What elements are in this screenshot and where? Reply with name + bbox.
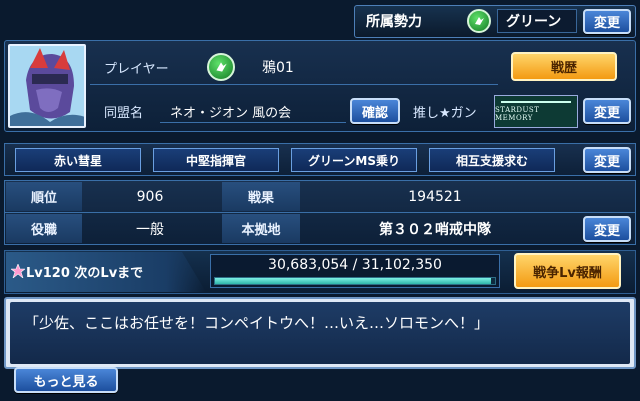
level-text: Lv120 次のLvまで xyxy=(26,265,144,281)
player-faction-icon xyxy=(207,53,235,81)
player-name: 鴉01 xyxy=(262,60,294,76)
tag-4: 相互支援求む xyxy=(429,148,555,172)
tags-change-button[interactable]: 変更 xyxy=(583,147,631,173)
base-change-button[interactable]: 変更 xyxy=(583,216,631,242)
exp-bar-fill xyxy=(215,278,491,284)
favorite-change-button[interactable]: 変更 xyxy=(583,98,631,124)
alliance-name: ネオ・ジオン 風の会 xyxy=(170,105,292,121)
avatar[interactable] xyxy=(8,44,86,128)
more-button[interactable]: もっと見る xyxy=(14,367,118,393)
rank-value: 906 xyxy=(136,188,164,205)
tag-3: グリーンMS乗り xyxy=(291,148,417,172)
tag-1: 赤い彗星 xyxy=(15,148,141,172)
favorite-logo-text: STARDUST MEMORY xyxy=(495,106,540,122)
history-button[interactable]: 戦歴 xyxy=(511,52,617,81)
base-value: 第３０２哨戒中隊 xyxy=(379,221,491,238)
affiliation-value: グリーン xyxy=(506,14,562,30)
exp-text: 30,683,054 / 31,102,350 xyxy=(268,256,442,273)
rank-label: 順位 xyxy=(30,191,57,206)
war-level-reward-button[interactable]: 戦争Lv報酬 xyxy=(514,253,621,289)
result-label: 戦果 xyxy=(247,191,274,206)
role-label: 役職 xyxy=(30,223,57,238)
tag-2: 中堅指揮官 xyxy=(153,148,279,172)
favorite-gundam-logo[interactable]: STARDUST MEMORY xyxy=(494,95,578,128)
alliance-confirm-button[interactable]: 確認 xyxy=(350,98,400,124)
affiliation-label: 所属勢力 xyxy=(366,14,422,30)
base-label: 本拠地 xyxy=(241,223,281,238)
player-label: プレイヤー xyxy=(104,61,169,77)
result-value: 194521 xyxy=(408,188,462,205)
favorite-gundam-label: 推し★ガン xyxy=(413,105,477,121)
affiliation-change-button[interactable]: 変更 xyxy=(583,9,631,34)
alliance-label: 同盟名 xyxy=(104,105,144,121)
role-value: 一般 xyxy=(136,221,164,238)
level-star-icon xyxy=(10,263,26,279)
stats-divider xyxy=(4,212,636,213)
message-text: 「少佐、ここはお任せを！コンペイトウへ！…いえ…ソロモンへ！」 xyxy=(24,313,490,332)
faction-green-icon xyxy=(467,9,491,33)
